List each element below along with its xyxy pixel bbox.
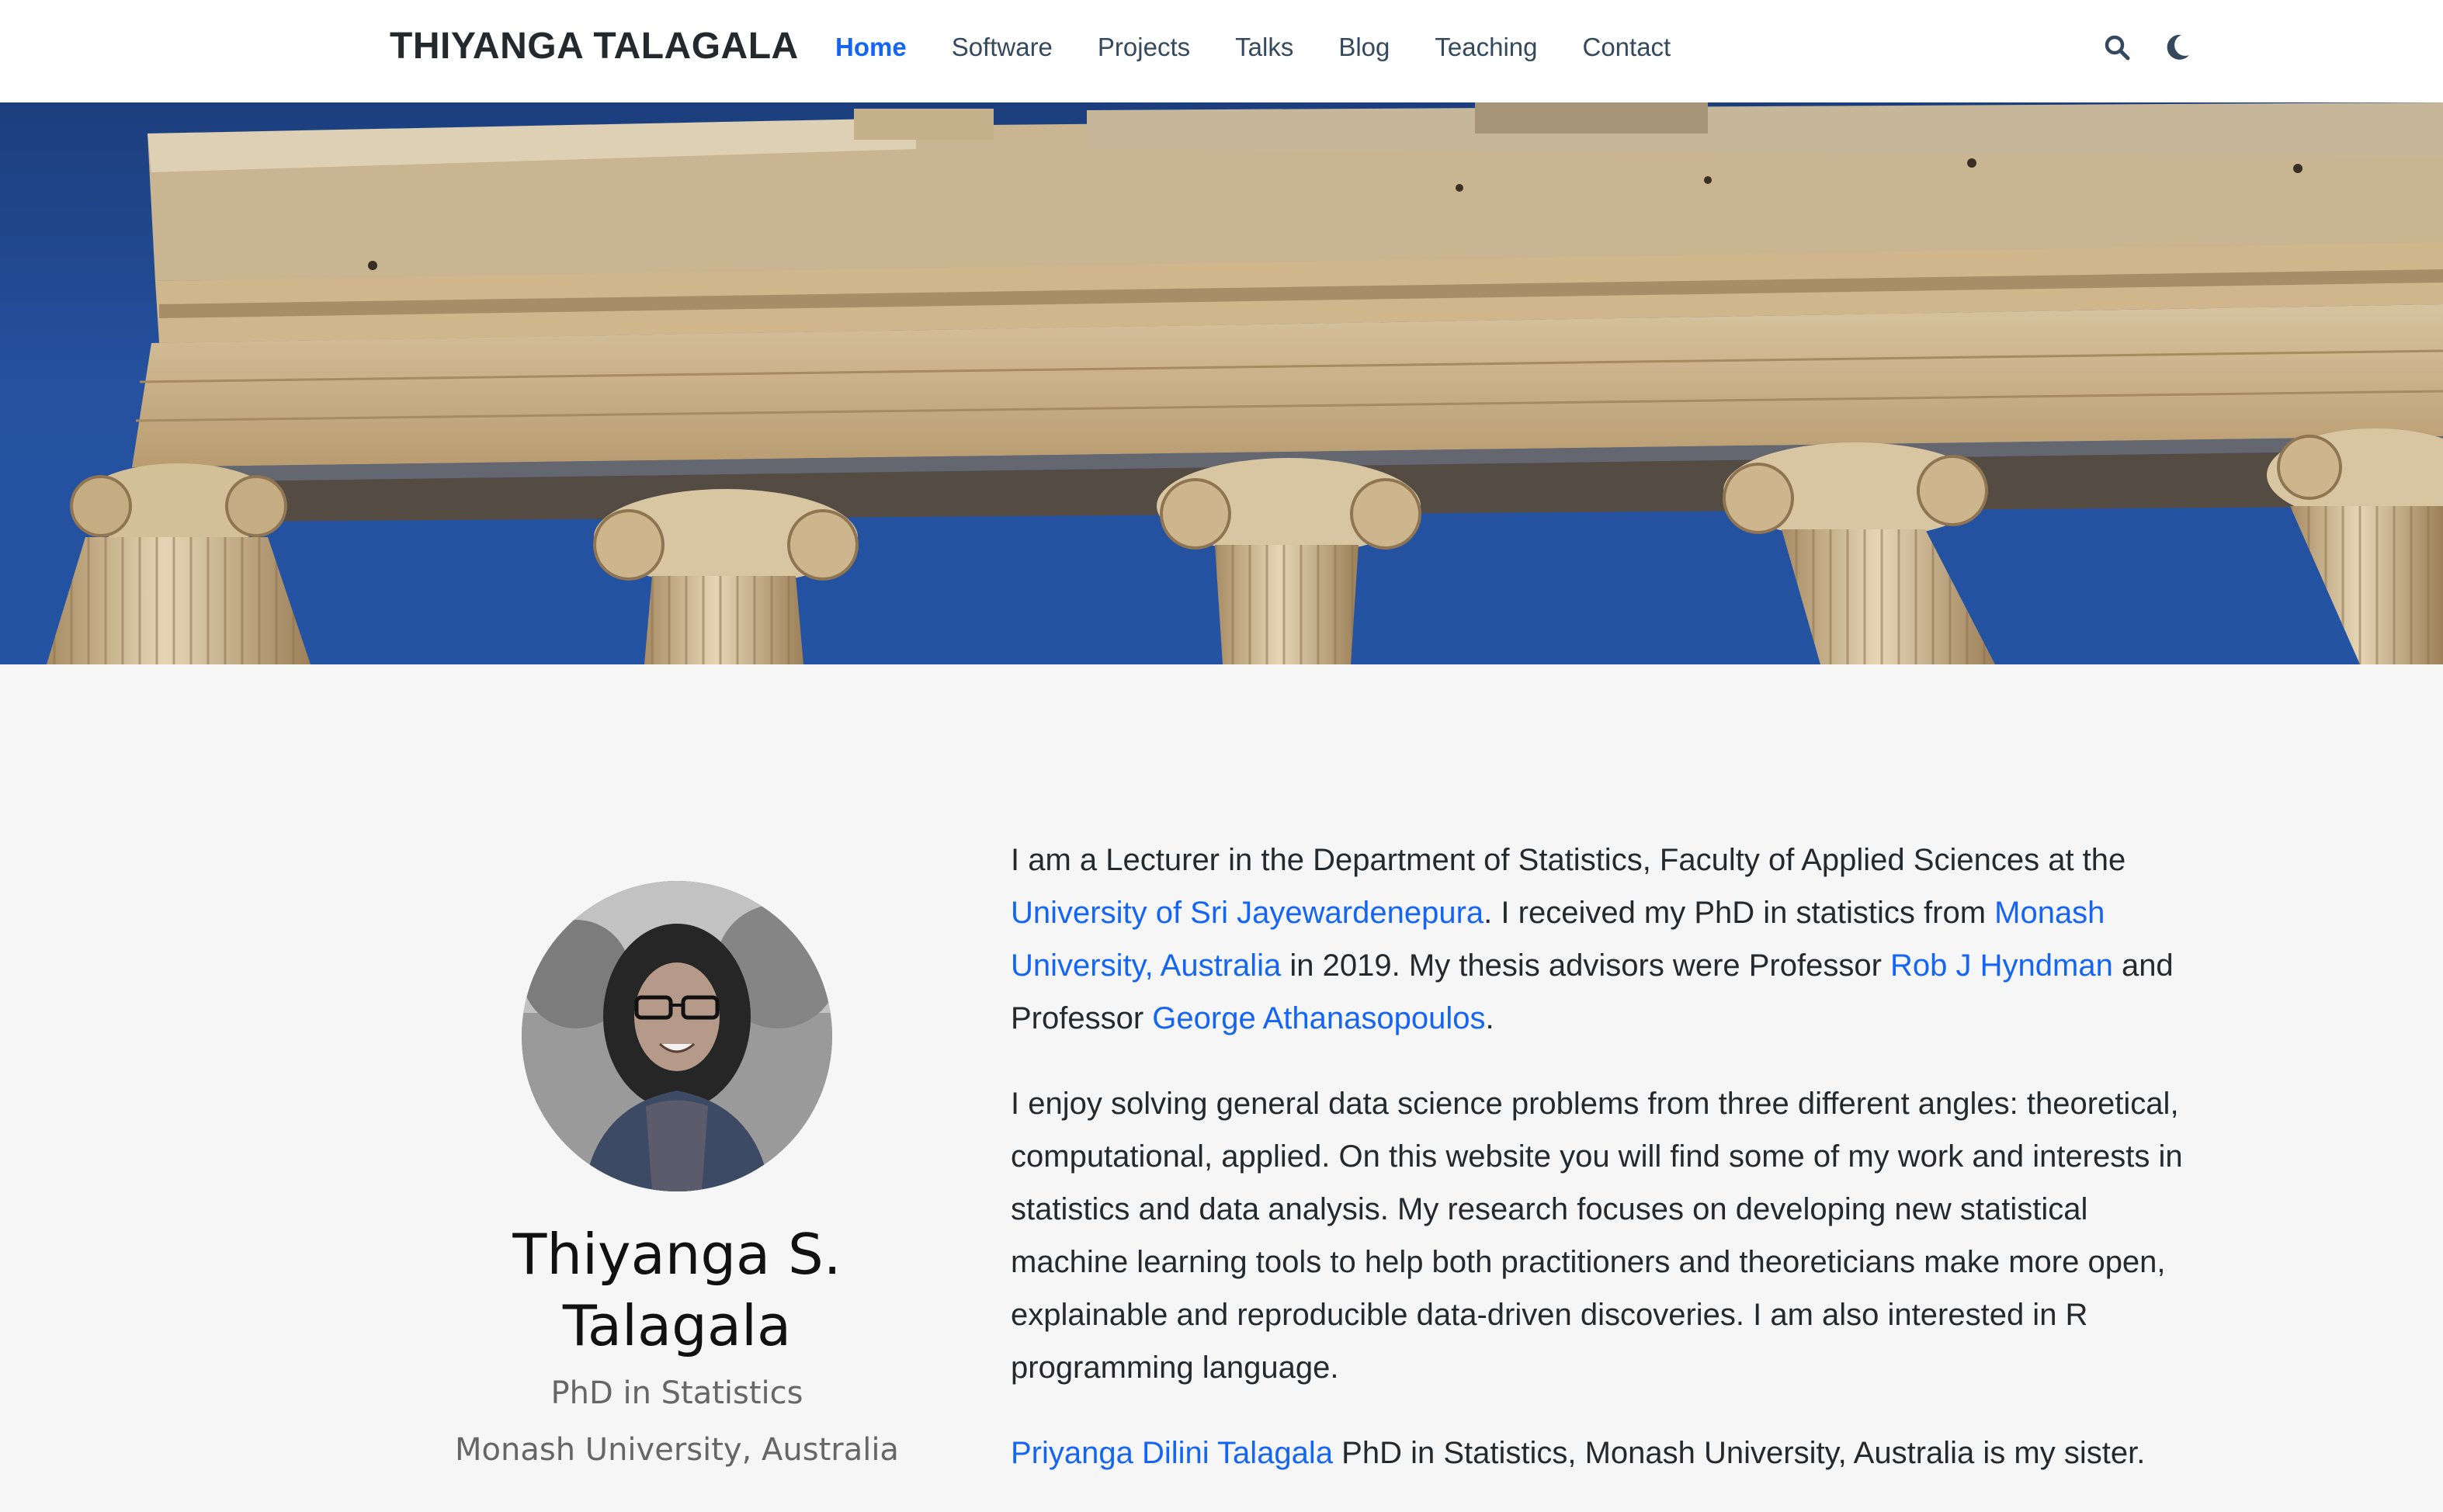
bio-text: in 2019. My thesis advisors were Profess… [1281, 948, 1891, 983]
nav-item-teaching[interactable]: Teaching [1435, 33, 1537, 61]
bio-text: PhD in Statistics, Monash University, Au… [1333, 1436, 2146, 1470]
nav-item-home[interactable]: Home [835, 33, 907, 61]
bio-paragraph-1: I am a Lecturer in the Department of Sta… [1011, 834, 2206, 1045]
bio-paragraph-2: I enjoy solving general data science pro… [1011, 1087, 2183, 1385]
bio-section: I am a Lecturer in the Department of Sta… [1011, 834, 2206, 1512]
link-university-sri-jayewardenepura[interactable]: University of Sri Jayewardenepura [1011, 896, 1483, 930]
site-brand[interactable]: THIYANGA TALAGALA [390, 23, 799, 70]
nav-item-projects[interactable]: Projects [1098, 33, 1190, 61]
bio-paragraph-3: Priyanga Dilini Talagala PhD in Statisti… [1011, 1427, 2206, 1479]
hero-temple-image [47, 102, 2443, 664]
nav-item-talks[interactable]: Talks [1235, 33, 1293, 61]
link-rob-hyndman[interactable]: Rob J Hyndman [1890, 948, 2113, 983]
nav-icons [2102, 29, 2192, 65]
bio-text: . I received my PhD in statistics from [1483, 896, 1995, 930]
bio-text: . [1485, 1001, 1494, 1035]
navbar: THIYANGA TALAGALA Home Software Projects… [0, 0, 2443, 102]
nav-item-contact[interactable]: Contact [1583, 33, 1671, 61]
profile-role: PhD in Statistics [550, 1375, 803, 1411]
nav-item-blog[interactable]: Blog [1338, 33, 1390, 61]
link-priyanga-talagala[interactable]: Priyanga Dilini Talagala [1011, 1436, 1333, 1470]
nav-item-software[interactable]: Software [952, 33, 1053, 61]
profile-name: Thiyanga S. Talagala [512, 1222, 842, 1358]
avatar [522, 881, 832, 1191]
bio-text: I am a Lecturer in the Department of Sta… [1011, 843, 2126, 877]
link-george-athanasopoulos[interactable]: George Athanasopoulos [1152, 1001, 1485, 1035]
search-icon[interactable] [2102, 29, 2132, 65]
hero-banner [0, 102, 2443, 664]
moon-icon[interactable] [2163, 29, 2192, 65]
profile-organization: Monash University, Australia [455, 1432, 899, 1468]
nav-menu: Home Software Projects Talks Blog Teachi… [823, 29, 1703, 65]
